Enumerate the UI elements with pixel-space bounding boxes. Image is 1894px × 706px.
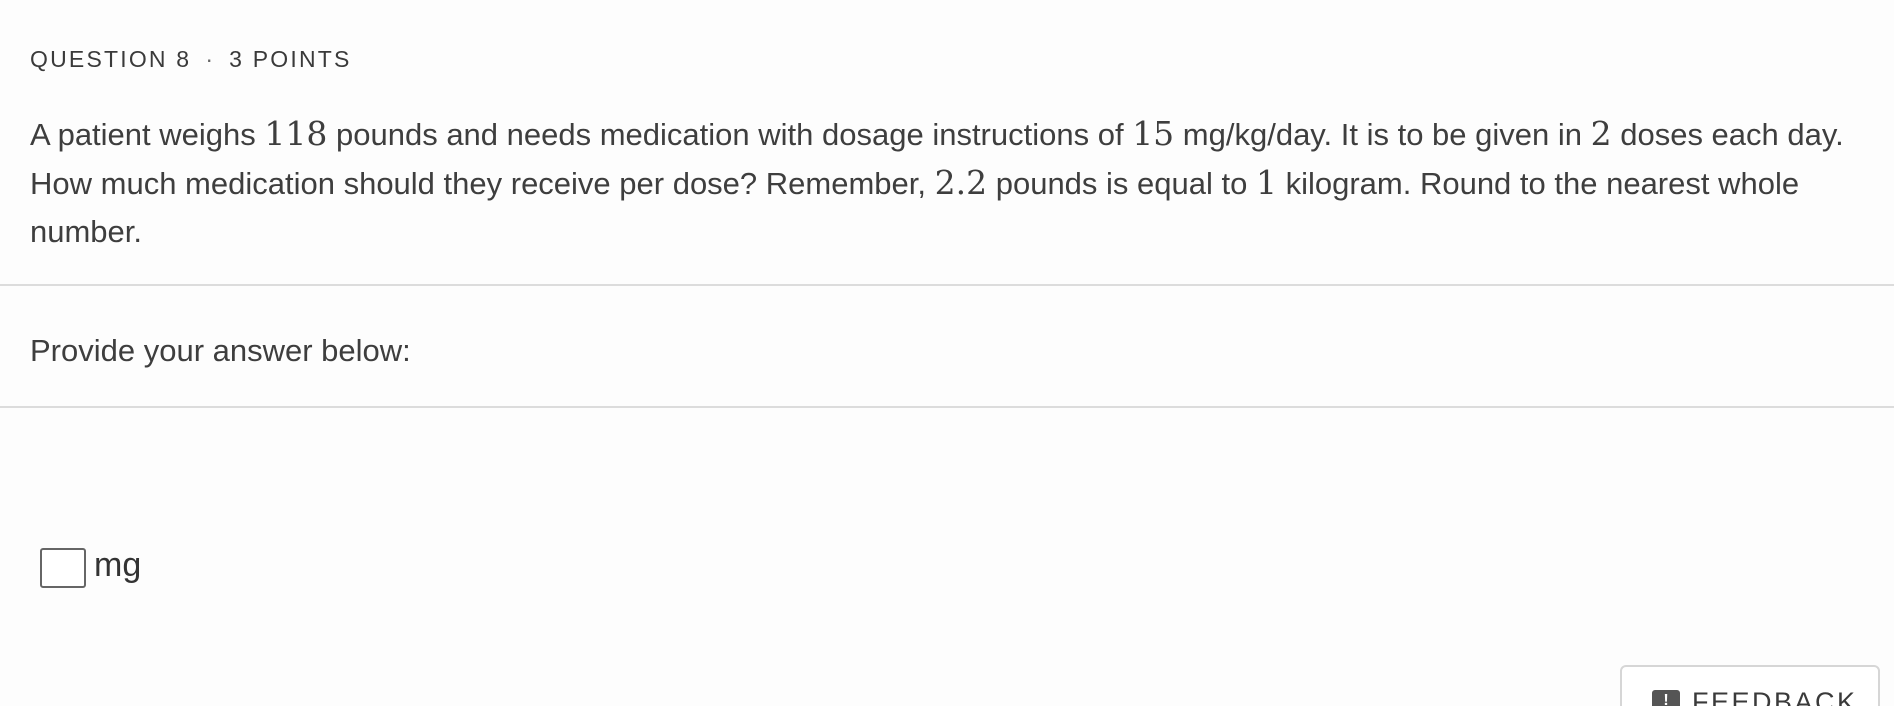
question-text-segment: mg/kg/day. It is to be given in xyxy=(1174,117,1591,152)
question-points: 3 POINTS xyxy=(229,46,352,72)
feedback-button[interactable]: ! FEEDBACK xyxy=(1620,665,1880,706)
question-header: QUESTION 8 · 3 POINTS xyxy=(30,46,352,73)
answer-unit: mg xyxy=(94,545,142,584)
math-number: 2 xyxy=(1590,114,1612,153)
question-text-segment: A patient weighs xyxy=(30,117,265,152)
math-number: 15 xyxy=(1132,114,1175,153)
answer-row: mg xyxy=(40,545,142,588)
answer-input[interactable] xyxy=(40,548,86,588)
math-number: 118 xyxy=(264,114,328,153)
answer-prompt: Provide your answer below: xyxy=(30,333,411,368)
header-separator: · xyxy=(205,46,216,72)
feedback-label: FEEDBACK xyxy=(1692,687,1858,706)
question-text-segment: pounds and needs medication with dosage … xyxy=(327,117,1133,152)
divider xyxy=(0,284,1894,286)
math-number: 2.2 xyxy=(934,163,988,202)
question-text: A patient weighs 118 pounds and needs me… xyxy=(30,110,1870,256)
question-text-segment: pounds is equal to xyxy=(987,166,1256,201)
math-number: 1 xyxy=(1255,163,1277,202)
question-number: QUESTION 8 xyxy=(30,46,192,72)
exclamation-icon: ! xyxy=(1652,690,1680,706)
question-page: QUESTION 8 · 3 POINTS A patient weighs 118… xyxy=(0,0,1894,706)
divider xyxy=(0,406,1894,408)
